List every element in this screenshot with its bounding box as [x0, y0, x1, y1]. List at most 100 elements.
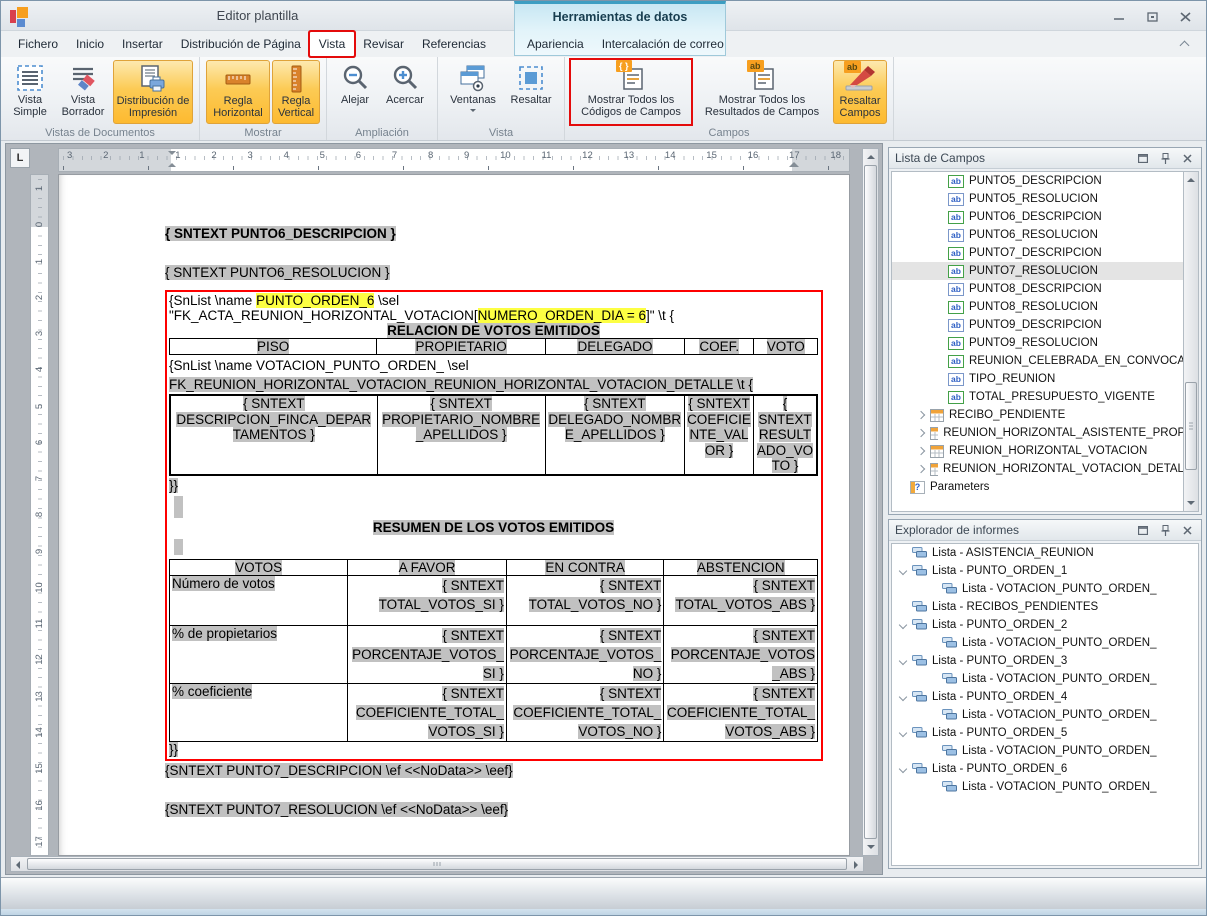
zoom-in-icon: [390, 62, 420, 94]
ribbon-tab[interactable]: Fichero: [9, 32, 67, 56]
indent-marker-icon[interactable]: [167, 151, 176, 165]
field-list-item[interactable]: ab PUNTO6_RESOLUCION: [892, 226, 1198, 244]
collapse-chevron-icon[interactable]: [896, 566, 912, 576]
ribbon-tab[interactable]: Inicio: [67, 32, 113, 56]
pin-panel-icon[interactable]: [1157, 151, 1173, 165]
scroll-left-icon[interactable]: [16, 861, 20, 869]
ribbon-tab[interactable]: Distribución de Página: [172, 32, 310, 56]
expand-chevron-icon[interactable]: [914, 410, 930, 420]
field-code-punto6-descripcion[interactable]: { SNTEXT PUNTO6_DESCRIPCION }: [165, 226, 823, 241]
scroll-down-icon[interactable]: [867, 845, 875, 849]
scrollbar-thumb[interactable]: [864, 165, 877, 839]
collapse-chevron-icon[interactable]: [896, 656, 912, 666]
scroll-right-icon[interactable]: [854, 861, 858, 869]
tab-selector-box[interactable]: L: [10, 148, 30, 168]
maximize-panel-icon[interactable]: [1135, 151, 1151, 165]
show-field-results-button[interactable]: ab Mostrar Todos los Resultados de Campo…: [693, 60, 831, 124]
scrollbar-thumb[interactable]: [1185, 382, 1197, 470]
horizontal-ruler[interactable]: 321123456789101112131415161718: [58, 148, 850, 172]
document-page[interactable]: { SNTEXT PUNTO6_DESCRIPCION } { SNTEXT P…: [58, 174, 850, 856]
report-explorer-item[interactable]: Lista - VOTACION_PUNTO_ORDEN_: [892, 670, 1198, 688]
ribbon-tab[interactable]: Insertar: [113, 32, 172, 56]
collapse-chevron-icon[interactable]: [896, 692, 912, 702]
report-explorer-item[interactable]: Lista - ASISTENCIA_REUNION: [892, 544, 1198, 562]
ribbon-tab[interactable]: Referencias: [413, 32, 495, 56]
report-explorer-item[interactable]: Lista - PUNTO_ORDEN_5: [892, 724, 1198, 742]
report-explorer-item[interactable]: Lista - PUNTO_ORDEN_1: [892, 562, 1198, 580]
report-explorer-item[interactable]: Lista - VOTACION_PUNTO_ORDEN_: [892, 634, 1198, 652]
scrollbar-thumb[interactable]: [27, 858, 847, 870]
document-vertical-scrollbar[interactable]: [862, 148, 879, 856]
simple-view-button[interactable]: Vista Simple: [7, 60, 53, 124]
close-button[interactable]: [1175, 8, 1196, 25]
contextual-tab[interactable]: Apariencia: [518, 32, 593, 56]
collapse-chevron-icon[interactable]: [896, 620, 912, 630]
parameters-item[interactable]: ? Parameters: [892, 478, 1198, 496]
close-panel-icon[interactable]: [1179, 151, 1195, 165]
report-explorer-item[interactable]: Lista - RECIBOS_PENDIENTES: [892, 598, 1198, 616]
collapse-ribbon-button[interactable]: [1178, 37, 1192, 51]
field-list-item[interactable]: ab PUNTO5_DESCRIPCION: [892, 172, 1198, 190]
field-list-item[interactable]: ab PUNTO6_DESCRIPCION: [892, 208, 1198, 226]
scroll-up-icon[interactable]: [867, 155, 875, 159]
report-explorer-item[interactable]: Lista - PUNTO_ORDEN_6: [892, 760, 1198, 778]
minimize-button[interactable]: [1109, 8, 1130, 25]
report-explorer-item[interactable]: Lista - VOTACION_PUNTO_ORDEN_: [892, 778, 1198, 796]
restore-button[interactable]: [1142, 8, 1163, 25]
field-list-item[interactable]: ab PUNTO9_RESOLUCION: [892, 334, 1198, 352]
expand-chevron-icon[interactable]: [914, 428, 930, 438]
collapse-chevron-icon[interactable]: [896, 728, 912, 738]
snlist-punto-orden-6-block[interactable]: {SnList \name PUNTO_ORDEN_6 \sel "FK_ACT…: [165, 290, 823, 761]
contextual-tab[interactable]: Intercalación de correo: [593, 32, 733, 56]
windows-button[interactable]: Ventanas: [444, 60, 502, 124]
field-code-punto6-resolucion[interactable]: { SNTEXT PUNTO6_RESOLUCION }: [165, 265, 823, 280]
document-horizontal-scrollbar[interactable]: [10, 856, 864, 872]
scroll-down-icon[interactable]: [1187, 501, 1195, 505]
field-table-item[interactable]: REUNION_HORIZONTAL_ASISTENTE_PROPI...: [892, 424, 1198, 442]
zoom-in-button[interactable]: Acercar: [379, 60, 431, 124]
field-list-item[interactable]: ab PUNTO7_DESCRIPCION: [892, 244, 1198, 262]
show-field-codes-button[interactable]: { } Mostrar Todos los Códigos de Campos: [571, 60, 691, 124]
expand-chevron-icon[interactable]: [914, 446, 930, 456]
report-explorer-item[interactable]: Lista - PUNTO_ORDEN_4: [892, 688, 1198, 706]
maximize-panel-icon[interactable]: [1135, 523, 1151, 537]
ribbon-tab[interactable]: Revisar: [354, 32, 413, 56]
field-cell: { SNTEXT COEFICIENTE_TOTAL_VOTOS_SI }: [348, 683, 507, 741]
field-list-item[interactable]: ab TOTAL_PRESUPUESTO_VIGENTE: [892, 388, 1198, 406]
pin-panel-icon[interactable]: [1157, 523, 1173, 537]
field-list-item[interactable]: ab PUNTO9_DESCRIPCION: [892, 316, 1198, 334]
report-explorer-item[interactable]: Lista - VOTACION_PUNTO_ORDEN_: [892, 706, 1198, 724]
highlight-fields-button[interactable]: ab Resaltar Campos: [833, 60, 887, 124]
draft-view-button[interactable]: Vista Borrador: [55, 60, 111, 124]
field-list-item[interactable]: ab PUNTO7_RESOLUCION: [892, 262, 1198, 280]
highlight-view-button[interactable]: Resaltar: [504, 60, 558, 124]
horizontal-ruler-button[interactable]: Regla Horizontal: [206, 60, 270, 124]
print-layout-button[interactable]: Distribución de Impresión: [113, 60, 193, 124]
vertical-ruler[interactable]: 101234567891011121314151617: [30, 174, 49, 856]
field-list-header: Lista de Campos: [889, 148, 1201, 169]
field-table-item[interactable]: REUNION_HORIZONTAL_VOTACION_DETALLE: [892, 460, 1198, 478]
field-list-item[interactable]: ab PUNTO5_RESOLUCION: [892, 190, 1198, 208]
report-explorer-item[interactable]: Lista - VOTACION_PUNTO_ORDEN_: [892, 742, 1198, 760]
collapse-chevron-icon[interactable]: [896, 764, 912, 774]
field-list-item[interactable]: ab PUNTO8_RESOLUCION: [892, 298, 1198, 316]
field-code-punto7-resolucion[interactable]: {SNTEXT PUNTO7_RESOLUCION \ef <<NoData>>…: [165, 802, 823, 817]
field-list-item[interactable]: ab TIPO_REUNION: [892, 370, 1198, 388]
field-table-item[interactable]: RECIBO_PENDIENTE: [892, 406, 1198, 424]
field-list-item[interactable]: ab REUNION_CELEBRADA_EN_CONVOCAT...: [892, 352, 1198, 370]
zoom-out-button[interactable]: Alejar: [333, 60, 377, 124]
report-explorer-item[interactable]: Lista - PUNTO_ORDEN_2: [892, 616, 1198, 634]
field-list-item[interactable]: ab PUNTO8_DESCRIPCION: [892, 280, 1198, 298]
ruler-number: 0: [34, 216, 45, 233]
field-list-scrollbar[interactable]: [1183, 172, 1198, 511]
report-explorer-item[interactable]: Lista - PUNTO_ORDEN_3: [892, 652, 1198, 670]
scroll-up-icon[interactable]: [1187, 178, 1195, 182]
vertical-ruler-button[interactable]: Regla Vertical: [272, 60, 320, 124]
report-explorer-item[interactable]: Lista - VOTACION_PUNTO_ORDEN_: [892, 580, 1198, 598]
ribbon-tab[interactable]: Vista: [310, 32, 354, 56]
expand-chevron-icon[interactable]: [914, 464, 930, 474]
ruler-number: 1: [175, 150, 180, 164]
field-table-item[interactable]: REUNION_HORIZONTAL_VOTACION: [892, 442, 1198, 460]
field-code-punto7-descripcion[interactable]: {SNTEXT PUNTO7_DESCRIPCION \ef <<NoData>…: [165, 763, 823, 778]
close-panel-icon[interactable]: [1179, 523, 1195, 537]
